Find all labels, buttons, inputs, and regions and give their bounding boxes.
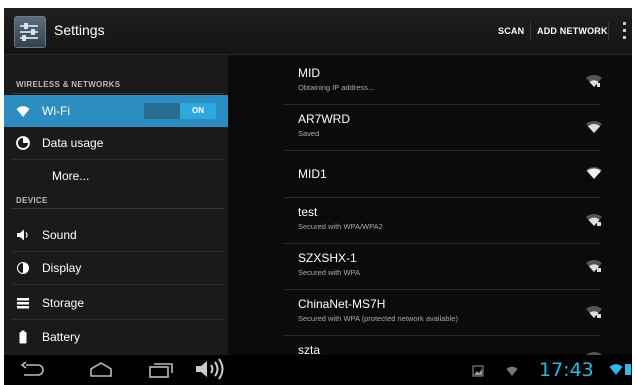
network-status: Secured with WPA (protected network avai… [298,314,458,323]
home-icon[interactable] [88,361,114,384]
wifi-lock-icon [584,304,604,320]
network-row[interactable]: MID1 [228,151,632,196]
add-network-button[interactable]: ADD NETWORK [537,26,608,36]
back-icon[interactable] [20,361,46,384]
sidebar-item-label: Storage [42,296,85,310]
settings-sidebar: WIRELESS & NETWORKS Wi-Fi ON Data usage … [4,55,228,355]
sidebar-item-data-usage[interactable]: Data usage [4,127,228,159]
network-status: Secured with WPA/WPA2 [298,222,383,231]
network-name: ChinaNet-MS7H [298,297,386,311]
slider-knob-1 [24,23,28,29]
navigation-bar: 17:43 [4,355,632,385]
slider-line-1 [20,25,38,27]
sidebar-item-label: Wi-Fi [42,104,70,118]
speaker-icon [16,228,30,242]
wifi-signal-icon [584,73,604,89]
recent-apps-icon[interactable] [148,361,174,384]
network-row[interactable]: ChinaNet-MS7H Secured with WPA (protecte… [228,290,632,335]
sidebar-item-label: Sound [42,228,77,242]
wifi-signal-icon [584,119,604,135]
device-frame: Settings SCAN ADD NETWORK WIRELESS & NET… [0,0,635,385]
slider-knob-3 [22,35,26,41]
scan-button[interactable]: SCAN [498,26,524,36]
sidebar-item-label: Battery [42,330,81,344]
sidebar-item-sound[interactable]: Sound [4,219,228,251]
settings-icon[interactable] [14,16,46,48]
network-name: SZXSHX-1 [298,251,357,265]
section-header-device: DEVICE [16,196,48,205]
wifi-status-icon [506,364,518,382]
battery-icon [16,330,30,344]
network-status: Saved [298,129,320,138]
network-row[interactable]: AR7WRD Saved [228,105,632,150]
network-row[interactable]: SZXSHX-1 Secured with WPA [228,244,632,289]
network-name: AR7WRD [298,112,351,126]
volume-icon[interactable] [194,358,228,385]
network-list: MID Obtaining IP address... AR7WRD Saved… [228,55,632,364]
storage-icon [16,296,30,310]
network-name: test [298,205,318,219]
wifi-toggle[interactable]: ON [144,103,216,119]
action-divider [608,22,609,40]
sidebar-item-more[interactable]: More... [4,160,228,192]
wifi-lock-icon [584,212,604,228]
divider [12,284,224,285]
network-status: Obtaining IP address... [298,83,375,92]
toggle-off-area [144,103,180,119]
data-usage-icon [16,136,30,150]
divider [12,319,224,320]
brightness-icon [16,261,30,275]
sidebar-item-wifi[interactable]: Wi-Fi ON [4,95,228,127]
clock: 17:43 [539,359,594,381]
wifi-lock-icon [584,258,604,274]
sidebar-item-storage[interactable]: Storage [4,287,228,319]
page-title: Settings [54,22,105,38]
battery-status-icon [624,362,632,381]
network-name: MID1 [298,167,327,181]
header-underline [12,93,224,94]
sidebar-item-label: Data usage [42,136,104,150]
action-bar: Settings SCAN ADD NETWORK [4,8,632,55]
slider-knob-2 [31,29,35,35]
sidebar-item-display[interactable]: Display [4,252,228,284]
header-underline [12,208,224,209]
action-divider [530,22,531,40]
overflow-menu-icon[interactable] [623,22,626,40]
network-status: Secured with WPA [298,268,360,277]
sidebar-item-battery[interactable]: Battery [4,321,228,353]
sidebar-item-label: Display [42,261,82,275]
sidebar-item-label: More... [52,169,90,183]
screen: Settings SCAN ADD NETWORK WIRELESS & NET… [4,8,632,385]
wifi-signal-icon [584,165,604,181]
network-row[interactable]: test Secured with WPA/WPA2 [228,198,632,243]
wifi-icon [16,104,30,118]
section-header-wireless: WIRELESS & NETWORKS [16,80,121,89]
network-row[interactable]: MID Obtaining IP address... [228,59,632,104]
wifi-status-icon [609,362,623,381]
slider-line-2 [20,31,38,33]
toggle-on-label: ON [180,103,216,119]
gallery-notification-icon[interactable] [472,364,484,382]
network-name: MID [298,66,320,80]
